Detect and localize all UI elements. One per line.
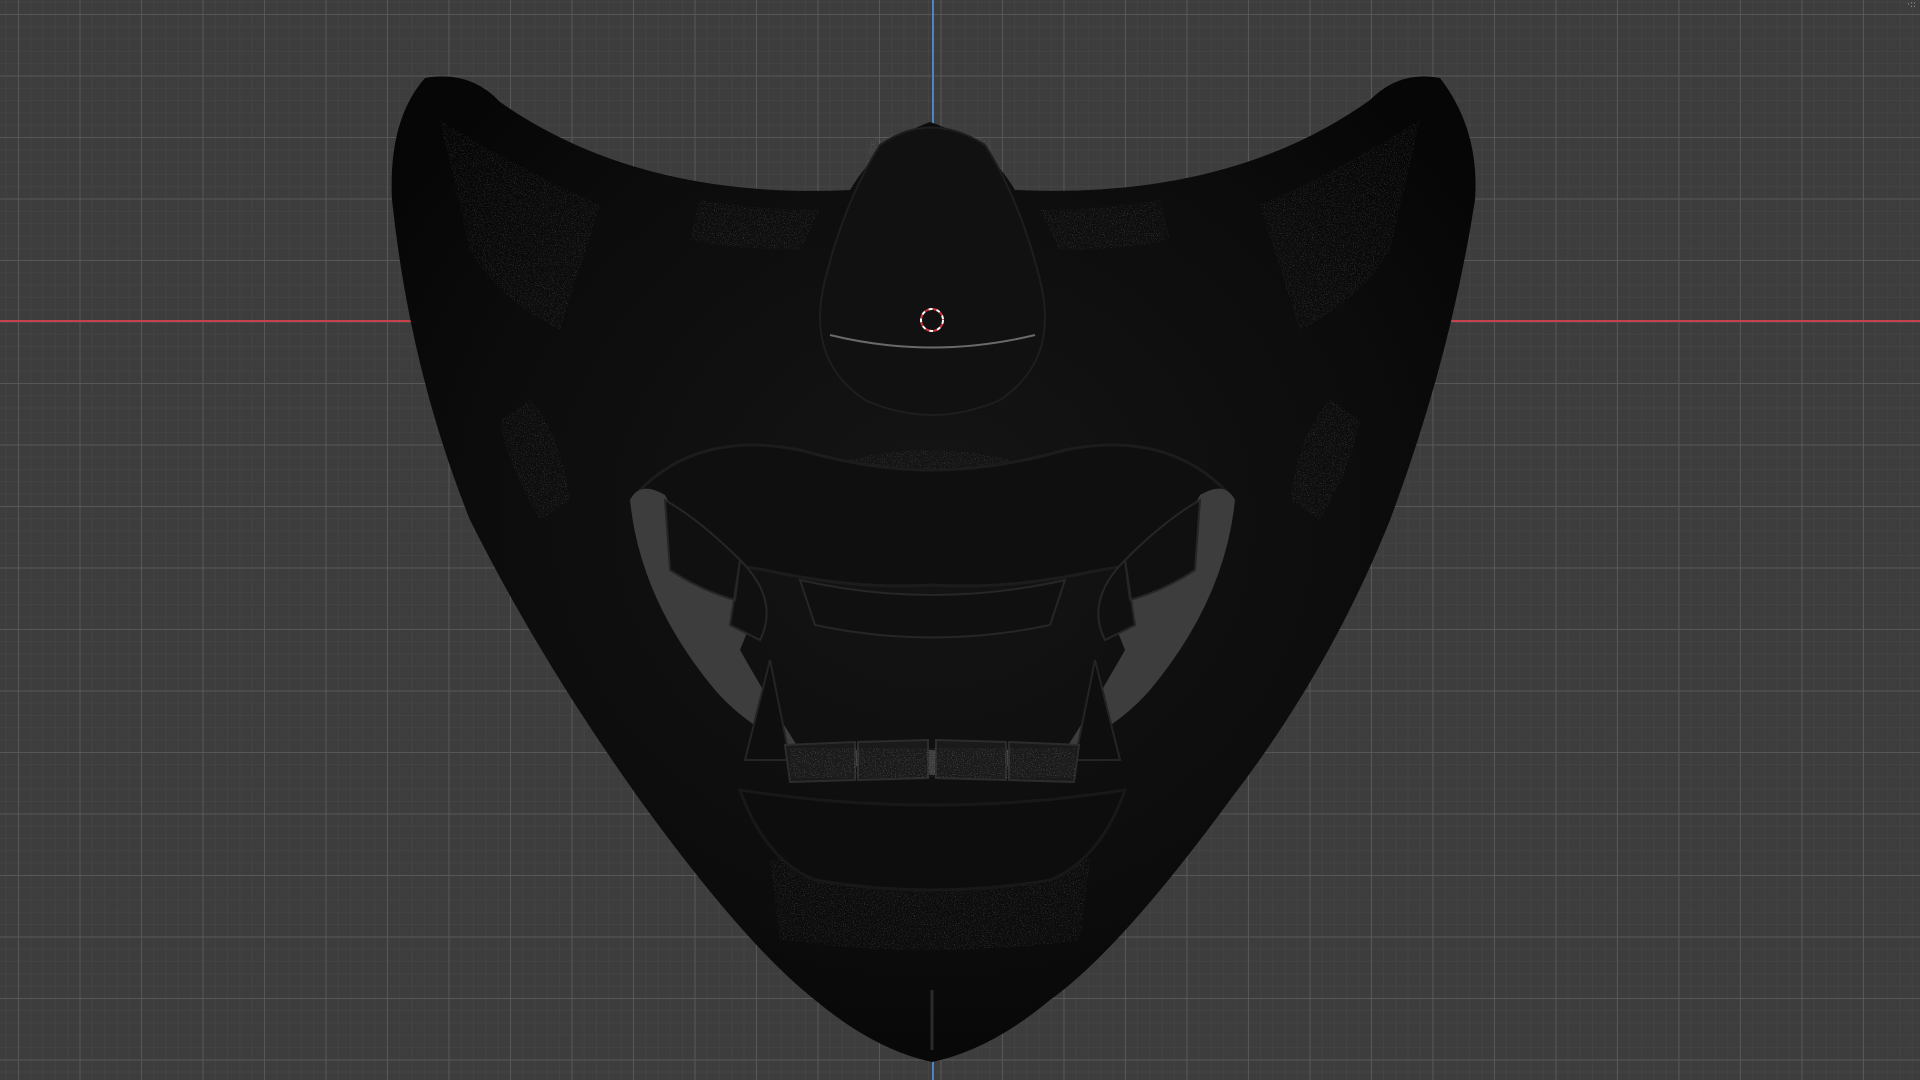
corner-mark: ·::	[1907, 0, 1916, 10]
oni-mask-mesh[interactable]	[0, 0, 1920, 1080]
lower-teeth-texture	[790, 748, 1075, 778]
3d-cursor-icon[interactable]	[918, 306, 946, 334]
nose-piece	[819, 126, 1046, 416]
3d-viewport[interactable]: ·::	[0, 0, 1920, 1080]
